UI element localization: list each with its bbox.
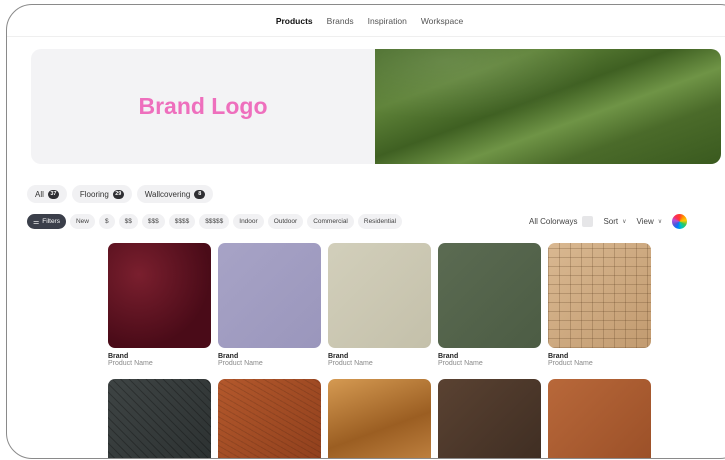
product-brand: Brand xyxy=(548,353,569,360)
filter-chip-price-2[interactable]: $$ xyxy=(118,214,138,229)
category-wallcovering[interactable]: Wallcovering 8 xyxy=(136,185,214,203)
product-card[interactable]: Brand Product Name xyxy=(548,243,651,367)
top-nav: Products Brands Inspiration Workspace xyxy=(7,5,725,37)
count-badge: 8 xyxy=(194,189,206,199)
filter-chip-indoor[interactable]: Indoor xyxy=(233,214,264,229)
product-grid: Brand Product Name Brand Product Name Br… xyxy=(108,243,651,458)
product-card[interactable]: Brand Product Name xyxy=(328,243,431,367)
product-name: Product Name xyxy=(218,360,263,367)
nav-products[interactable]: Products xyxy=(276,16,313,26)
product-brand: Brand xyxy=(438,353,459,360)
product-swatch[interactable] xyxy=(108,379,211,458)
view-dropdown[interactable]: View ∨ xyxy=(637,217,663,226)
brand-logo: Brand Logo xyxy=(138,93,268,119)
category-label: Flooring xyxy=(79,189,109,199)
filter-chip-commercial[interactable]: Commercial xyxy=(307,214,354,229)
brand-hero: Brand Logo xyxy=(31,49,721,164)
filter-chip-price-3[interactable]: $$$ xyxy=(141,214,165,229)
nav-brands[interactable]: Brands xyxy=(327,16,354,26)
product-swatch[interactable] xyxy=(438,379,541,458)
all-colorways-toggle[interactable]: All Colorways xyxy=(529,216,594,227)
product-card[interactable]: Brand Product Name xyxy=(438,243,541,367)
product-swatch[interactable] xyxy=(328,243,431,348)
product-card[interactable] xyxy=(438,379,541,458)
product-brand: Brand xyxy=(218,353,239,360)
product-card[interactable] xyxy=(328,379,431,458)
product-card[interactable]: Brand Product Name xyxy=(218,243,321,367)
product-card[interactable] xyxy=(108,379,211,458)
sort-dropdown[interactable]: Sort ∨ xyxy=(603,217,626,226)
nav-workspace[interactable]: Workspace xyxy=(421,16,463,26)
hero-image xyxy=(375,49,721,164)
product-brand: Brand xyxy=(328,353,349,360)
category-flooring[interactable]: Flooring 29 xyxy=(71,185,132,203)
product-swatch[interactable] xyxy=(218,243,321,348)
view-controls: All Colorways Sort ∨ View ∨ xyxy=(529,214,688,229)
product-card[interactable] xyxy=(218,379,321,458)
category-label: All xyxy=(35,189,44,199)
product-swatch[interactable] xyxy=(108,243,211,348)
product-card[interactable]: Brand Product Name xyxy=(108,243,211,367)
product-name: Product Name xyxy=(548,360,593,367)
product-name: Product Name xyxy=(438,360,483,367)
category-all[interactable]: All 37 xyxy=(27,185,67,203)
product-swatch[interactable] xyxy=(548,379,651,458)
colorways-checkbox[interactable] xyxy=(582,216,594,227)
chevron-down-icon: ∨ xyxy=(622,219,627,225)
count-badge: 37 xyxy=(47,189,59,199)
filter-chip-price-5[interactable]: $$$$$ xyxy=(199,214,230,229)
colorways-label: All Colorways xyxy=(529,217,578,226)
browser-frame: Products Brands Inspiration Workspace Br… xyxy=(6,4,725,459)
product-swatch[interactable] xyxy=(328,379,431,458)
filter-row: ⚌ Filters New $ $$ $$$ $$$$ $$$$$ Indoor… xyxy=(27,214,403,229)
filters-button[interactable]: ⚌ Filters xyxy=(27,214,66,229)
nav-inspiration[interactable]: Inspiration xyxy=(368,16,407,26)
product-name: Product Name xyxy=(328,360,373,367)
product-card[interactable] xyxy=(548,379,651,458)
filter-chip-price-4[interactable]: $$$$ xyxy=(168,214,196,229)
product-swatch[interactable] xyxy=(548,243,651,348)
sliders-icon: ⚌ xyxy=(33,218,40,226)
category-tabs: All 37 Flooring 29 Wallcovering 8 xyxy=(27,185,214,203)
filter-chip-outdoor[interactable]: Outdoor xyxy=(267,214,304,229)
product-swatch[interactable] xyxy=(438,243,541,348)
product-brand: Brand xyxy=(108,353,129,360)
filters-label: Filters xyxy=(42,218,60,225)
filter-chip-new[interactable]: New xyxy=(69,214,95,229)
brand-logo-panel: Brand Logo xyxy=(31,49,375,164)
product-name: Product Name xyxy=(108,360,153,367)
filter-chip-residential[interactable]: Residential xyxy=(357,214,403,229)
filter-chip-price-1[interactable]: $ xyxy=(99,214,115,229)
product-swatch[interactable] xyxy=(218,379,321,458)
chevron-down-icon: ∨ xyxy=(657,219,663,225)
sort-label: Sort xyxy=(603,217,619,226)
view-label: View xyxy=(636,217,654,226)
category-label: Wallcovering xyxy=(144,189,191,199)
count-badge: 29 xyxy=(112,189,124,199)
color-wheel-icon[interactable] xyxy=(672,214,688,229)
